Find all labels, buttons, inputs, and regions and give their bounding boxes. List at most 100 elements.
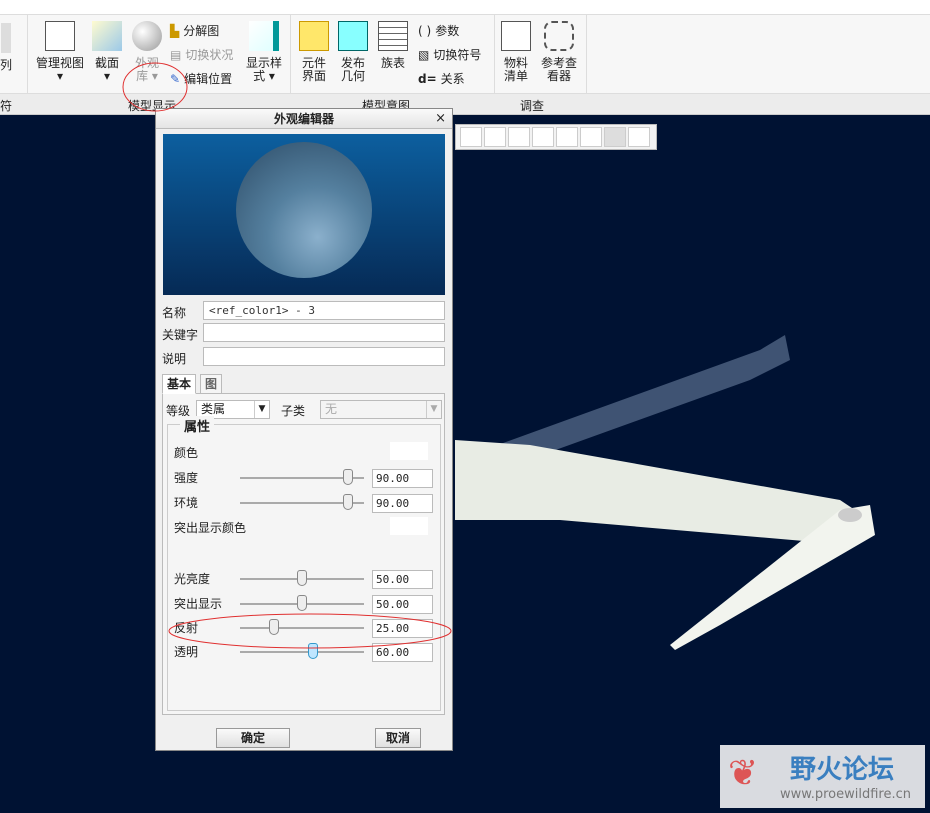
- component-interface-button[interactable]: 元件界面: [298, 21, 330, 83]
- slider-label: 反射: [174, 621, 199, 635]
- properties-group: 属性 颜色 强度 90.00 环境 90.00 光亮度 50.00 突出显示 50.0…: [167, 416, 441, 711]
- explode-icon: ▙: [170, 23, 180, 38]
- ribbon-group-labels: 符 模型显示 模型意图 调查: [0, 93, 930, 115]
- slider-value-field[interactable]: 25.00: [372, 619, 433, 638]
- slider-thumb[interactable]: [297, 595, 307, 611]
- parameters-button[interactable]: ( ) 参数: [418, 22, 459, 39]
- section-button[interactable]: 截面 ▾: [90, 21, 124, 83]
- bom-button[interactable]: 物料清单: [500, 21, 532, 83]
- label: 族表: [380, 56, 405, 70]
- saved-orientations-icon[interactable]: [508, 127, 530, 147]
- slider-label: 突出显示: [174, 597, 223, 611]
- keyword-field[interactable]: [203, 323, 445, 342]
- slider-label: 强度: [174, 471, 199, 485]
- slider-thumb[interactable]: [342, 494, 353, 510]
- appearance-library-button[interactable]: 外观库 ▾: [130, 21, 164, 83]
- slider-track[interactable]: [240, 643, 364, 659]
- slider-track[interactable]: [240, 494, 364, 510]
- label: 关系: [440, 72, 465, 86]
- edit-position-button[interactable]: ✎ 编辑位置: [170, 70, 232, 87]
- display-style-icon[interactable]: [484, 127, 506, 147]
- label: 显示样式: [245, 56, 282, 83]
- toggle-state-button[interactable]: ▤ 切换状况: [170, 46, 233, 63]
- ribbon: 列 管理视图 ▾ 截面 ▾ 外观库 ▾ ▙ 分解图 ▤ 切换状况 ✎ 编辑位置 显示样式 …: [0, 15, 930, 93]
- edit-position-icon: ✎: [170, 71, 181, 86]
- cancel-button[interactable]: 取消: [375, 728, 421, 748]
- label: 物料清单: [503, 56, 528, 83]
- publish-geometry-button[interactable]: 发布几何: [337, 21, 369, 83]
- relations-icon: d=: [418, 71, 437, 86]
- pivot-hole: [838, 508, 862, 522]
- subclass-value: 无: [325, 402, 338, 416]
- annotation-tree-icon[interactable]: [628, 127, 650, 147]
- description-label: 说明: [162, 352, 187, 366]
- relations-button[interactable]: d= 关系: [418, 70, 465, 87]
- description-field[interactable]: [203, 347, 445, 366]
- ok-button[interactable]: 确定: [216, 728, 290, 748]
- view-toolbar: [455, 124, 657, 150]
- label: 外观库: [134, 56, 159, 83]
- watermark-logo: 野火论坛 www.proewildfire.cn ❦: [720, 745, 925, 808]
- label: 编辑位置: [184, 72, 233, 86]
- toggle-icon: ▤: [170, 47, 182, 62]
- properties-title: 属性: [180, 416, 215, 435]
- slider-thumb[interactable]: [308, 643, 319, 659]
- switch-symbol-button[interactable]: ▧ 切换符号: [418, 46, 481, 63]
- slider-value-field[interactable]: 50.00: [372, 570, 433, 589]
- color-swatch[interactable]: [390, 442, 428, 460]
- annotation-display-icon[interactable]: [532, 127, 554, 147]
- group-partial[interactable]: 符: [0, 97, 12, 114]
- base-plate: [455, 440, 870, 545]
- family-table-button[interactable]: 族表: [376, 21, 410, 70]
- slider-value-field[interactable]: 90.00: [372, 469, 433, 488]
- manage-views-button[interactable]: 管理视图 ▾: [32, 21, 88, 83]
- appearance-editor-dialog: 外观编辑器 × 名称 <ref_color1> - 3 关键字 说明 基本 图 …: [155, 108, 453, 751]
- slider-value-field[interactable]: 50.00: [372, 595, 433, 614]
- subclass-select[interactable]: 无 ▼: [320, 400, 442, 419]
- slider-track[interactable]: [240, 570, 364, 586]
- highlight-color-label: 突出显示颜色: [174, 521, 247, 535]
- close-icon[interactable]: ×: [435, 111, 446, 126]
- table-camera-icon: [45, 21, 75, 51]
- slider-track[interactable]: [240, 619, 364, 635]
- slider-label: 光亮度: [174, 572, 211, 586]
- zoom-icon[interactable]: [460, 127, 482, 147]
- label: 切换状况: [185, 48, 234, 62]
- basic-tab-panel: 等级 类属 ▼ 子类 无 ▼ 属性 颜色 强度 90.00 环境 90.00 光亮度 5…: [162, 393, 445, 715]
- watermark-name: 野火论坛: [790, 755, 895, 785]
- preview-sphere: [236, 142, 372, 278]
- group-investigate[interactable]: 调查: [520, 97, 544, 114]
- slider-thumb[interactable]: [342, 469, 353, 485]
- tab-basic[interactable]: 基本: [162, 374, 197, 394]
- slider-thumb[interactable]: [268, 619, 279, 635]
- slider-track[interactable]: [240, 469, 364, 485]
- slider-value-field[interactable]: 60.00: [372, 643, 433, 662]
- slider-value-field[interactable]: 90.00: [372, 494, 433, 513]
- datum-display-icon[interactable]: [580, 127, 602, 147]
- slider-track[interactable]: [240, 595, 364, 611]
- explode-view-button[interactable]: ▙ 分解图: [170, 22, 219, 39]
- highlight-color-swatch[interactable]: [390, 517, 428, 535]
- view-manager-icon[interactable]: [556, 127, 578, 147]
- tab-map[interactable]: 图: [200, 374, 223, 394]
- bom-info-icon: [501, 21, 531, 51]
- label: 列: [0, 58, 13, 72]
- slider-thumb[interactable]: [297, 570, 307, 586]
- class-value: 类属: [201, 402, 226, 416]
- display-style-button[interactable]: 显示样式 ▾: [244, 21, 284, 83]
- puzzle-icon: [299, 21, 329, 51]
- label: 分解图: [183, 24, 220, 38]
- label: 参数: [435, 24, 460, 38]
- ribbon-partial-button[interactable]: 列: [0, 23, 12, 72]
- 3d-model-viewport[interactable]: [440, 320, 890, 660]
- spin-center-icon[interactable]: [604, 127, 626, 147]
- label: 发布几何: [340, 56, 365, 83]
- chevron-down-icon: ▼: [426, 401, 441, 418]
- title-bar: [0, 0, 930, 15]
- chevron-down-icon: ▼: [254, 401, 269, 418]
- slider-label: 环境: [174, 496, 199, 510]
- reference-viewer-button[interactable]: 参考查看器: [538, 21, 580, 83]
- watermark-url: www.proewildfire.cn: [780, 787, 911, 802]
- label: 切换符号: [433, 48, 482, 62]
- name-field[interactable]: <ref_color1> - 3: [203, 301, 445, 320]
